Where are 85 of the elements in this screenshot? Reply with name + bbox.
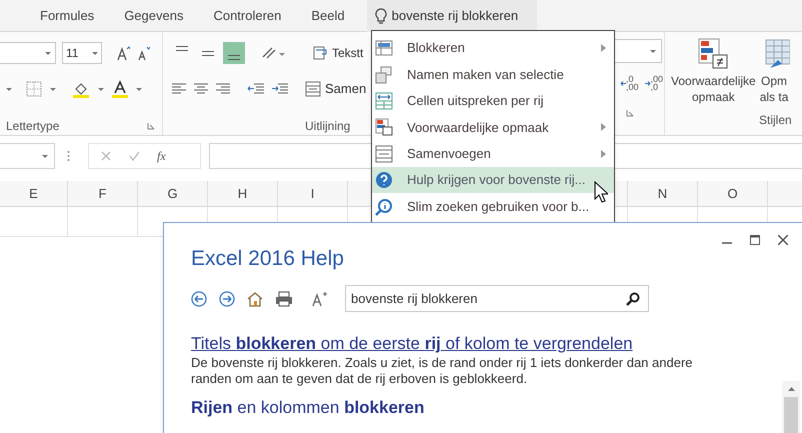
splitter-icon <box>67 150 70 162</box>
group-label: Stijlen <box>759 112 792 129</box>
dialog-launcher-icon[interactable] <box>626 109 634 117</box>
menu-item[interactable]: Namen maken van selectie <box>372 61 614 88</box>
ribbon-tab[interactable]: Gegevens <box>124 6 184 26</box>
search-icon[interactable] <box>626 292 640 306</box>
create-names-icon <box>375 66 393 84</box>
grow-font-icon[interactable] <box>116 45 130 61</box>
merge-cells-icon <box>305 81 321 97</box>
borders-icon[interactable] <box>26 81 42 97</box>
align-button[interactable] <box>223 42 245 64</box>
tell-me-field[interactable]: bovenste rij blokkeren <box>366 0 537 32</box>
increase-decimal-button[interactable]: ,0 ,00 <box>620 75 639 91</box>
ribbon-tab[interactable]: Controleren <box>213 6 282 26</box>
caret-icon <box>42 154 48 158</box>
group-label: Uitlijning <box>305 118 350 135</box>
align-top-icon <box>176 46 188 51</box>
home-icon[interactable] <box>247 290 263 306</box>
column-header[interactable]: G <box>138 181 208 207</box>
help-title: Excel 2016 Help <box>191 246 345 272</box>
group-label: Lettertype <box>6 118 60 135</box>
column-header[interactable]: H <box>208 181 278 207</box>
caret-icon <box>45 52 51 54</box>
cursor-icon <box>594 181 608 203</box>
font-color-icon[interactable] <box>112 80 128 98</box>
conditional-format-icon <box>697 38 730 70</box>
column-header[interactable]: E <box>0 181 68 207</box>
menu-item[interactable]: Slim zoeken gebruiken voor b... <box>372 193 614 220</box>
scroll-up-icon[interactable] <box>788 387 794 391</box>
conditional-format-icon <box>375 118 393 136</box>
result-snippet: De bovenste rij blokkeren. Zoals u ziet, is de rand onder rij 1 iets donkerder dan andere randen om aan te geven dat de rij erboven is geblokkeerd. <box>191 355 694 387</box>
menu-item[interactable]: Voorwaardelijke opmaak <box>372 114 614 141</box>
help-icon <box>375 171 393 190</box>
format-as-table-button[interactable]: Opm als ta <box>760 38 790 105</box>
result-link[interactable]: Rijen en kolommen blokkeren <box>191 398 802 418</box>
arrow-icon <box>644 80 651 86</box>
ribbon-tab[interactable]: Beeld <box>311 6 345 26</box>
caret-icon <box>50 88 56 90</box>
caret-icon <box>6 88 12 90</box>
font-size-icon[interactable] <box>311 290 327 306</box>
speak-cells-icon <box>375 92 393 110</box>
result-link[interactable]: Titels blokkeren om de eerste rij of kolom te vergrendelen <box>191 334 802 354</box>
print-icon[interactable] <box>275 290 293 306</box>
column-header[interactable]: N <box>628 181 698 207</box>
align-middle-icon <box>202 50 214 56</box>
menu-item[interactable]: Blokkeren <box>372 35 614 62</box>
merge-button[interactable]: Samen <box>305 79 366 99</box>
align-left-icon[interactable] <box>171 82 187 96</box>
help-search-field[interactable]: bovenste rij blokkeren <box>345 285 649 312</box>
smart-lookup-icon <box>375 198 393 216</box>
align-bottom-icon <box>228 55 240 60</box>
caret-icon <box>136 88 142 90</box>
scrollbar[interactable] <box>782 381 800 433</box>
menu-item[interactable]: Hulp krijgen voor bovenste rij... <box>372 166 614 194</box>
ribbon-tab[interactable]: Formules <box>40 6 94 26</box>
column-header[interactable]: O <box>698 181 768 207</box>
align-right-icon[interactable] <box>215 82 231 96</box>
font-size-dropdown[interactable]: 11 <box>62 42 102 64</box>
scrollbar-thumb[interactable] <box>784 397 798 433</box>
caret-icon <box>92 52 98 54</box>
wrap-text-button[interactable]: Tekstt <box>313 44 364 62</box>
orientation-icon[interactable] <box>261 45 285 61</box>
decrease-decimal-button[interactable]: ,00 ,0 <box>644 75 664 91</box>
merge-cells-icon <box>375 144 393 163</box>
forward-icon[interactable] <box>219 290 235 306</box>
close-icon[interactable] <box>778 235 788 245</box>
lightbulb-icon <box>374 8 387 24</box>
back-icon[interactable] <box>191 290 207 306</box>
menu-item[interactable]: Cellen uitspreken per rij <box>372 88 614 114</box>
conditional-format-button[interactable]: Voorwaardelijke opmaak <box>671 38 756 105</box>
align-center-icon[interactable] <box>193 82 209 96</box>
insert-function-button[interactable]: fx <box>157 147 166 165</box>
maximize-icon[interactable] <box>750 235 760 245</box>
shrink-font-icon[interactable] <box>136 45 150 61</box>
decrease-indent-icon[interactable] <box>247 82 265 96</box>
increase-indent-icon[interactable] <box>271 82 289 96</box>
column-header[interactable]: F <box>68 181 138 207</box>
caret-icon <box>98 88 104 90</box>
caret-icon <box>650 50 656 52</box>
menu-item[interactable]: Samenvoegen <box>372 140 614 167</box>
freeze-panes-icon <box>375 39 393 58</box>
column-header[interactable]: I <box>278 181 348 207</box>
wrap-text-icon <box>313 46 329 60</box>
dialog-launcher-icon[interactable] <box>147 122 155 130</box>
arrow-icon <box>620 80 626 86</box>
